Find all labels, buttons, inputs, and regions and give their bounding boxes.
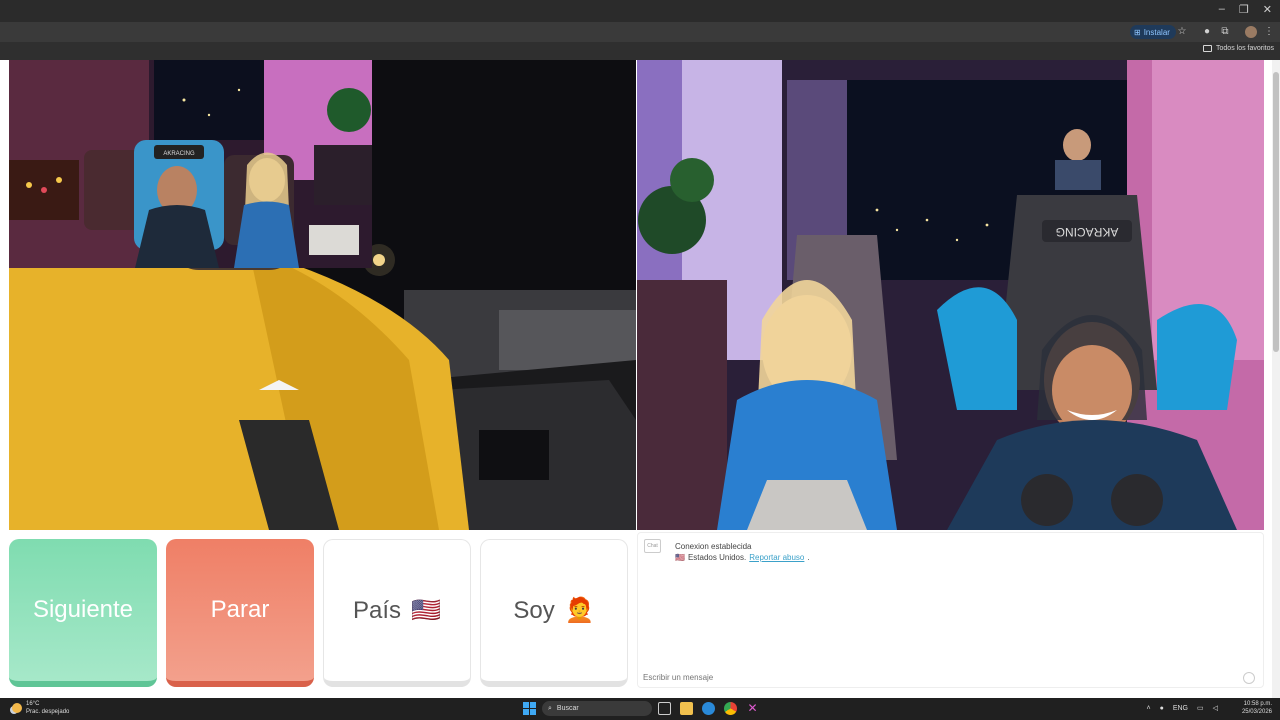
weather-widget[interactable]: 16°C Prac. despejado xyxy=(12,700,69,716)
install-button[interactable]: ⊞ Instalar xyxy=(1130,25,1176,39)
temperature: 16°C xyxy=(26,701,40,707)
own-video: AKRACING xyxy=(9,60,636,530)
profile-avatar[interactable] xyxy=(1245,26,1257,38)
overlay-cam-scene: AKRACING xyxy=(9,60,372,268)
next-button[interactable]: Siguiente xyxy=(9,539,157,687)
network-icon[interactable]: ▭ xyxy=(1197,704,1204,712)
weather-description: Prac. despejado xyxy=(26,709,70,715)
country-label: País xyxy=(353,596,402,624)
install-label: Instalar xyxy=(1143,27,1170,37)
weather-icon xyxy=(12,703,22,713)
clock[interactable]: 10:58 p.m. 25/03/2026 xyxy=(1242,700,1272,716)
language-indicator[interactable]: ENG xyxy=(1173,705,1188,712)
menu-icon[interactable]: ⋮ xyxy=(1263,26,1275,38)
overlay-chair-brand: AKRACING xyxy=(163,151,195,157)
date: 25/03/2026 xyxy=(1241,709,1272,715)
title-bar: – ❐ ✕ xyxy=(0,0,1280,22)
me-button[interactable]: Soy 🧑‍🦰 xyxy=(480,539,628,687)
screen: – ❐ ✕ ⊞ Instalar ☆ ● ⧉ ⋮ Todos los favor… xyxy=(0,0,1280,720)
file-explorer-icon[interactable] xyxy=(680,702,693,715)
time: 10:58 p.m. xyxy=(1243,701,1272,707)
chevron-up-icon[interactable]: ˄ xyxy=(1146,705,1150,712)
app-x-icon[interactable]: ✕ xyxy=(746,702,759,715)
message-input[interactable] xyxy=(643,671,1243,683)
report-abuse-link[interactable]: Reportar abuso xyxy=(749,553,804,562)
partner-video: AKRACING xyxy=(637,60,1264,530)
taskbar: 16°C Prac. despejado ⌕ Buscar ✕ ˄ ● ENG … xyxy=(0,698,1280,720)
next-label: Siguiente xyxy=(32,596,134,623)
scrollbar-thumb[interactable] xyxy=(1273,72,1279,352)
me-label: Soy xyxy=(513,596,555,624)
restore-icon[interactable]: ❐ xyxy=(1239,3,1249,16)
folder-icon xyxy=(1203,45,1213,52)
country-name: Estados Unidos. xyxy=(687,553,747,562)
streamer-overlay-cam: AKRACING xyxy=(9,60,372,268)
chat-panel: Chat Conexion establecida 🇺🇸 Estados Uni… xyxy=(637,532,1264,688)
close-icon[interactable]: ✕ xyxy=(1263,3,1272,16)
stop-button[interactable]: Parar xyxy=(166,539,314,687)
all-favorites-folder[interactable]: Todos los favoritos xyxy=(1203,45,1274,52)
bookmarks-bar: Todos los favoritos xyxy=(0,42,1280,60)
partner-chair-brand: AKRACING xyxy=(1056,225,1119,239)
search-label: Buscar xyxy=(556,705,579,712)
volume-icon[interactable]: ◁ xyxy=(1213,704,1218,712)
stop-label: Parar xyxy=(210,596,270,623)
chrome-icon[interactable] xyxy=(724,702,737,715)
country-button[interactable]: País 🇺🇸 xyxy=(323,539,471,687)
window-controls: – ❐ ✕ xyxy=(1219,3,1272,16)
windows-start-icon[interactable] xyxy=(523,702,536,715)
install-icon: ⊞ xyxy=(1134,27,1141,37)
edge-icon[interactable] xyxy=(702,702,715,715)
minimize-icon[interactable]: – xyxy=(1219,3,1225,16)
emoji-icon[interactable] xyxy=(1243,672,1255,684)
extension-dot-icon[interactable]: ● xyxy=(1201,26,1213,38)
browser-toolbar: ⊞ Instalar ☆ ● ⧉ ⋮ xyxy=(0,22,1280,42)
partner-country: 🇺🇸 Estados Unidos. Reportar abuso. xyxy=(675,553,810,562)
extensions-icon[interactable]: ⧉ xyxy=(1219,26,1231,38)
us-flag-icon: 🇺🇸 xyxy=(411,597,441,624)
person-icon: 🧑‍🦰 xyxy=(564,597,595,624)
partner-video-scene: AKRACING xyxy=(637,60,1264,530)
chat-logo-icon: Chat xyxy=(644,539,661,553)
favorites-label: Todos los favoritos xyxy=(1216,45,1274,52)
task-view-icon[interactable] xyxy=(658,702,671,715)
taskbar-search[interactable]: ⌕ Buscar xyxy=(542,701,652,716)
search-icon: ⌕ xyxy=(548,704,552,712)
star-icon[interactable]: ☆ xyxy=(1176,26,1188,38)
connection-status: Conexion establecida xyxy=(675,542,752,551)
us-flag-icon: 🇺🇸 xyxy=(675,553,685,562)
system-tray: ˄ ● ENG ▭ ◁ xyxy=(1146,704,1218,713)
microphone-icon[interactable]: ● xyxy=(1160,705,1164,712)
